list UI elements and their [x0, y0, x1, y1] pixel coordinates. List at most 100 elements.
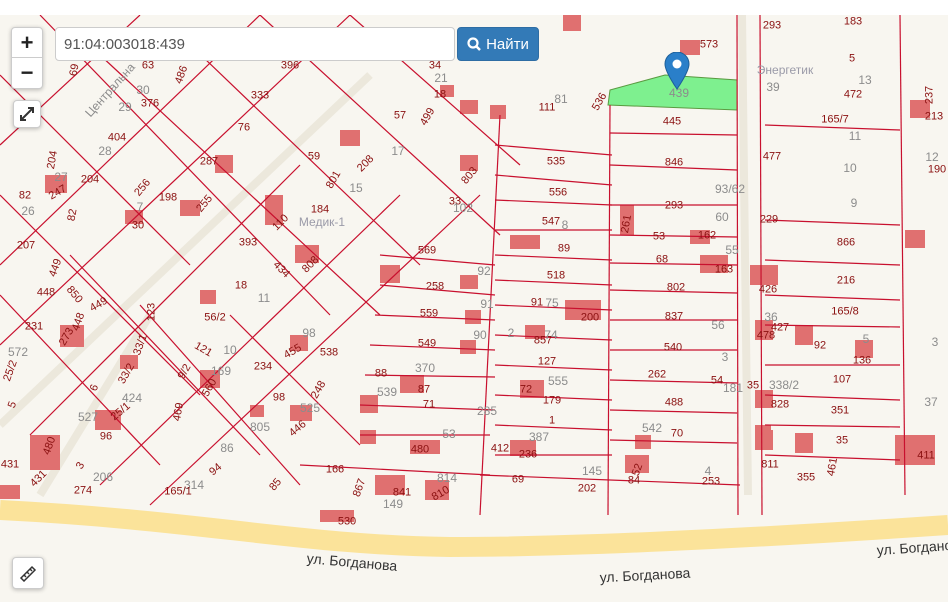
- parcel-number: 547: [541, 215, 561, 228]
- house-number: 169: [210, 364, 232, 378]
- parcel-number: 207: [16, 239, 36, 252]
- parcel-number: 229: [759, 213, 779, 226]
- ruler-button[interactable]: [12, 557, 44, 589]
- parcel-number: 393: [238, 236, 258, 249]
- parcel-number: 538: [319, 346, 339, 359]
- parcel-number: 426: [758, 283, 778, 296]
- house-number: 10: [223, 343, 237, 357]
- parcel-boundary: [494, 199, 613, 206]
- parcel-number: 396: [280, 59, 300, 72]
- parcel-number: 287: [199, 155, 219, 168]
- parcel-number: 63: [141, 59, 155, 72]
- parcel-number: 412: [490, 442, 510, 455]
- parcel-number: 556: [548, 186, 568, 199]
- parcel-number: 136: [852, 354, 872, 367]
- parcel-number: 293: [664, 199, 684, 212]
- building: [250, 405, 264, 417]
- parcel-number: 231: [24, 320, 44, 333]
- parcel-number: 478: [756, 329, 776, 342]
- parcel-number: 216: [836, 274, 856, 287]
- parcel-number: 1: [548, 414, 556, 427]
- parcel-number: 57: [393, 109, 407, 122]
- house-number: 91: [480, 297, 494, 311]
- parcel-number: 163: [714, 263, 734, 276]
- parcel-number: 431: [0, 458, 20, 471]
- parcel-number: 59: [307, 150, 321, 163]
- building: [750, 265, 778, 285]
- building: [795, 433, 813, 453]
- building: [510, 235, 540, 249]
- parcel-number: 190: [927, 163, 947, 176]
- parcel-number: 162: [697, 229, 717, 242]
- building: [635, 435, 651, 449]
- parcel-number: 488: [664, 396, 684, 409]
- parcel-number: 71: [422, 398, 436, 411]
- parcel-number: 480: [410, 443, 430, 456]
- house-number: 37: [924, 395, 938, 409]
- parcel-number: 184: [310, 203, 330, 216]
- building: [200, 290, 216, 304]
- parcel-number: 56/2: [204, 311, 226, 324]
- parcel-number: 35: [746, 379, 760, 392]
- parcel-number: 828: [770, 398, 790, 411]
- building: [460, 275, 478, 289]
- parcel-number: 76: [237, 121, 251, 134]
- parcel-number: 96: [99, 430, 113, 443]
- parcel-number: 82: [65, 207, 80, 222]
- search-icon: [467, 37, 481, 51]
- find-button[interactable]: Найти: [457, 27, 539, 61]
- parcel-number: 293: [762, 19, 782, 32]
- house-number: 17: [391, 144, 405, 158]
- parcel-boundary: [764, 124, 901, 131]
- house-number: 26: [21, 204, 35, 218]
- house-number: 370: [414, 361, 436, 375]
- parcel-number: 234: [253, 360, 273, 373]
- building: [490, 105, 506, 119]
- find-button-label: Найти: [486, 35, 529, 53]
- parcel-boundary: [494, 254, 613, 261]
- house-number: 74: [544, 328, 558, 342]
- parcel-number: 802: [666, 281, 686, 294]
- district-label: Медик-1: [298, 215, 346, 229]
- house-number: 55: [725, 243, 739, 257]
- house-number: 2: [507, 326, 515, 340]
- parcel-boundary: [764, 219, 901, 226]
- house-number: 9: [850, 196, 858, 210]
- map-pin-icon[interactable]: [664, 51, 690, 95]
- zoom-in-button[interactable]: +: [12, 28, 42, 58]
- parcel-number: 200: [580, 311, 600, 324]
- building: [465, 310, 481, 324]
- house-number: 81: [554, 92, 568, 106]
- parcel-number: 262: [647, 368, 667, 381]
- parcel-number: 559: [419, 307, 439, 320]
- parcel-number: 202: [577, 482, 597, 495]
- fullscreen-button[interactable]: [13, 100, 41, 128]
- house-number: 285: [476, 404, 498, 418]
- cadastral-map[interactable]: 6910634863963421302937633318574991118153…: [0, 15, 948, 602]
- building: [360, 430, 376, 444]
- parcel-number: 35: [835, 434, 849, 447]
- house-number: 814: [436, 471, 458, 485]
- house-number: 12: [925, 150, 939, 164]
- parcel-number: 274: [73, 484, 93, 497]
- building: [340, 130, 360, 146]
- parcel-number: 411: [917, 449, 935, 462]
- cadastral-search-input[interactable]: [55, 27, 455, 61]
- parcel-boundary: [609, 409, 738, 414]
- parcel-boundary: [494, 144, 613, 156]
- house-number: 525: [299, 401, 321, 415]
- house-number: 145: [581, 464, 603, 478]
- parcel-number: 69: [511, 473, 525, 486]
- parcel-number: 69: [67, 62, 82, 77]
- house-number: 572: [7, 345, 29, 359]
- house-number: 338/2: [768, 378, 800, 392]
- parcel-number: 53: [652, 230, 666, 243]
- parcel-number: 236: [518, 448, 538, 461]
- parcel-number: 376: [140, 97, 160, 110]
- parcel-number: 448: [36, 286, 56, 299]
- building: [0, 485, 20, 499]
- house-number: 28: [98, 144, 112, 158]
- house-number: 3: [721, 350, 729, 364]
- zoom-out-button[interactable]: −: [12, 58, 42, 88]
- house-number: 39: [766, 80, 780, 94]
